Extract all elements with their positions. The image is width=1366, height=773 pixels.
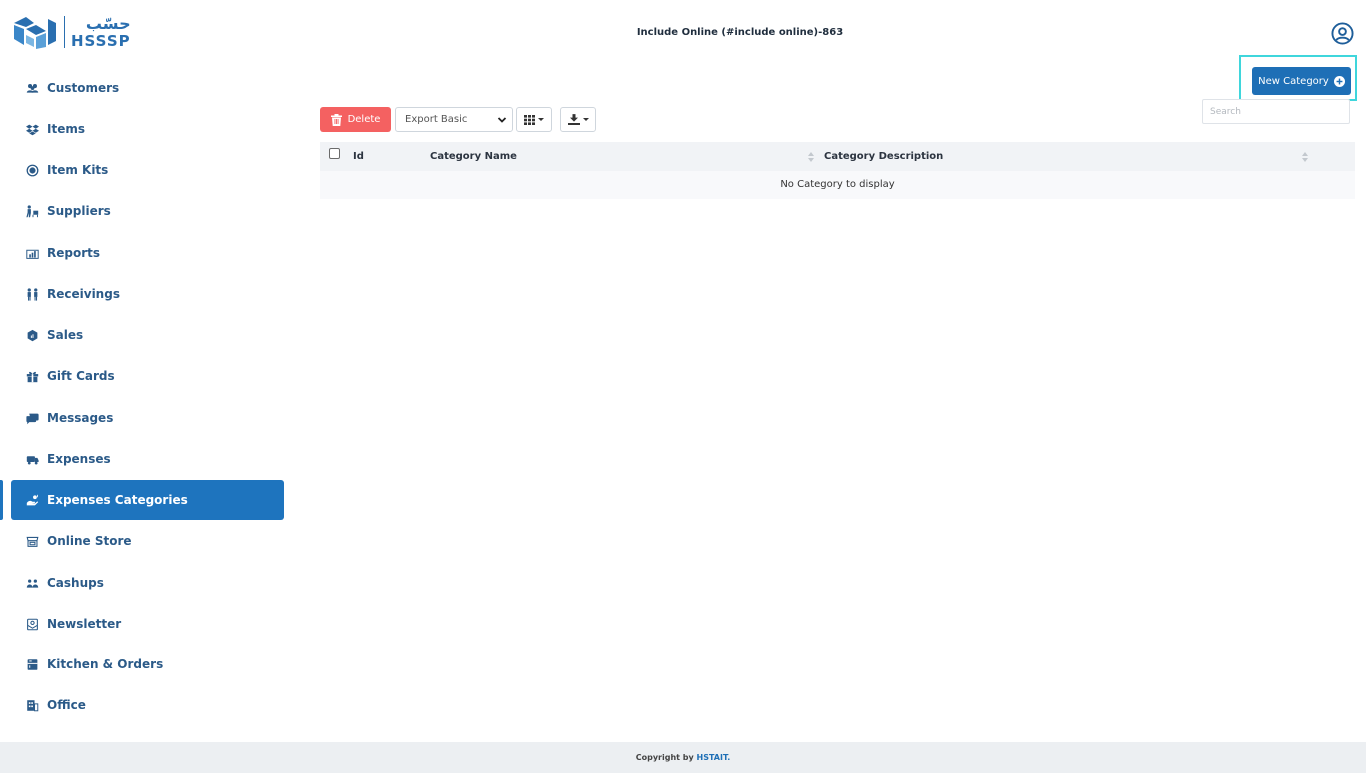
grid-icon xyxy=(524,114,535,125)
sidebar-item-label: Gift Cards xyxy=(47,369,115,383)
footer-brand-link[interactable]: HSTAIT. xyxy=(697,753,731,762)
sidebar-item-label: Office xyxy=(47,698,86,712)
kitchen-icon xyxy=(25,657,39,671)
dropbox-icon xyxy=(25,122,39,136)
sidebar-item-item-kits[interactable]: Item Kits xyxy=(11,150,284,190)
sidebar-item-label: Items xyxy=(47,122,85,136)
store-icon xyxy=(25,534,39,548)
plus-circle-icon xyxy=(1333,75,1345,87)
sidebar-item-label: Expenses Categories xyxy=(47,493,188,507)
logo-mark-icon xyxy=(14,17,56,49)
table-empty-message: No Category to display xyxy=(320,171,1355,199)
kit-icon xyxy=(25,163,39,177)
sidebar-item-reports[interactable]: Reports xyxy=(11,233,284,273)
footer: Copyright by HSTAIT. xyxy=(0,742,1366,773)
cashups-icon xyxy=(25,576,39,590)
gift-icon xyxy=(25,369,39,383)
caret-down-icon xyxy=(538,118,544,121)
export-select-value: Export Basic xyxy=(405,114,468,125)
logo-divider xyxy=(64,16,65,48)
sidebar-item-messages[interactable]: Messages xyxy=(11,398,284,438)
sidebar-item-gift-cards[interactable]: Gift Cards xyxy=(11,356,284,396)
reports-icon xyxy=(25,246,39,260)
footer-copyright: Copyright by xyxy=(635,753,697,762)
sidebar-item-label: Newsletter xyxy=(47,617,122,631)
sidebar-item-online-store[interactable]: Online Store xyxy=(11,521,284,561)
sidebar-item-label: Suppliers xyxy=(47,204,111,218)
delete-label: Delete xyxy=(347,114,381,125)
column-header-category-name[interactable]: Category Name xyxy=(430,151,517,162)
office-icon xyxy=(25,698,39,712)
sidebar-item-label: Online Store xyxy=(47,534,132,548)
logo-english-text: HSSSP xyxy=(71,31,131,50)
new-category-button[interactable]: New Category xyxy=(1252,67,1351,95)
column-header-category-description[interactable]: Category Description xyxy=(824,151,943,162)
trash-icon xyxy=(330,113,342,126)
sidebar-item-kitchen-orders[interactable]: Kitchen & Orders xyxy=(11,644,284,684)
chevron-down-icon xyxy=(497,117,507,123)
page-title: Include Online (#include online)-863 xyxy=(636,27,844,38)
columns-toggle-button[interactable] xyxy=(516,107,552,132)
column-header-id[interactable]: Id xyxy=(353,151,364,162)
new-category-label: New Category xyxy=(1258,75,1329,87)
export-select[interactable]: Export Basic xyxy=(395,107,513,132)
sidebar-item-customers[interactable]: Customers xyxy=(11,68,284,108)
export-button[interactable] xyxy=(560,107,596,132)
sidebar-item-label: Receivings xyxy=(47,287,120,301)
sidebar-item-label: Item Kits xyxy=(47,163,109,177)
sidebar-item-label: Expenses xyxy=(47,452,111,466)
sidebar-item-expenses[interactable]: Expenses xyxy=(11,439,284,479)
sidebar-item-cashups[interactable]: Cashups xyxy=(11,563,284,603)
sales-icon xyxy=(25,328,39,342)
sidebar-item-office[interactable]: Office xyxy=(11,685,284,725)
expenses-categories-icon xyxy=(25,493,39,507)
user-account-icon[interactable] xyxy=(1331,22,1354,45)
sidebar-item-expenses-categories[interactable]: Expenses Categories xyxy=(11,480,284,520)
sidebar-item-label: Cashups xyxy=(47,576,104,590)
users-icon xyxy=(25,81,39,95)
receivings-icon xyxy=(25,287,39,301)
select-all-checkbox[interactable] xyxy=(329,148,340,159)
logo-arabic-text: حسّب xyxy=(85,13,131,33)
sidebar-item-sales[interactable]: Sales xyxy=(11,315,284,355)
caret-down-icon xyxy=(582,118,589,121)
sidebar-item-label: Sales xyxy=(47,328,84,342)
expenses-icon xyxy=(25,452,39,466)
sort-icon[interactable] xyxy=(1302,152,1308,162)
newsletter-icon xyxy=(25,617,39,631)
sidebar-item-label: Kitchen & Orders xyxy=(47,657,164,671)
sidebar-item-label: Customers xyxy=(47,81,120,95)
logo[interactable]: حسّب HSSSP xyxy=(12,12,131,52)
sidebar-item-items[interactable]: Items xyxy=(11,109,284,149)
search-input[interactable] xyxy=(1202,99,1350,124)
active-indicator xyxy=(0,480,3,520)
download-icon xyxy=(567,114,580,125)
sidebar-item-label: Messages xyxy=(47,411,114,425)
messages-icon xyxy=(25,411,39,425)
sidebar-item-suppliers[interactable]: Suppliers xyxy=(11,191,284,231)
sidebar-item-newsletter[interactable]: Newsletter xyxy=(11,604,284,644)
table-header: Id Category Name Category Description xyxy=(320,142,1355,171)
delete-button[interactable]: Delete xyxy=(320,107,391,132)
sidebar-item-receivings[interactable]: Receivings xyxy=(11,274,284,314)
sidebar-item-label: Reports xyxy=(47,246,101,260)
supplier-icon xyxy=(25,204,39,218)
sort-icon[interactable] xyxy=(808,152,814,162)
